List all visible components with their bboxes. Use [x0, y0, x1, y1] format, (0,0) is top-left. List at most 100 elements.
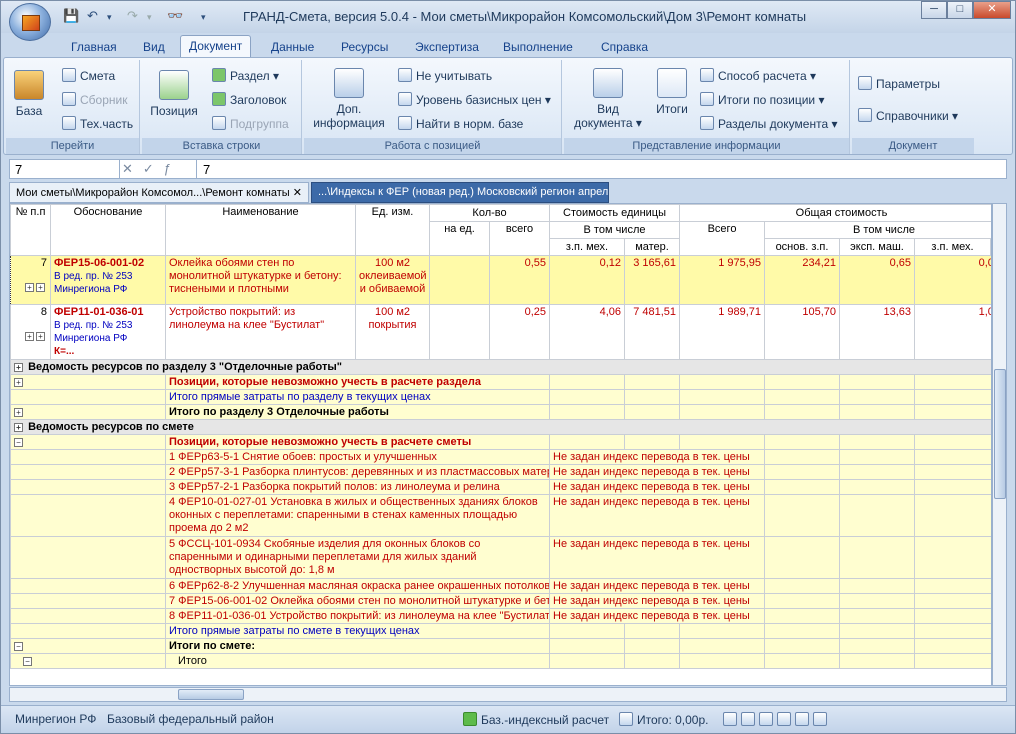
maximize-button[interactable]: □	[947, 1, 973, 19]
expand-icon[interactable]: +	[25, 283, 34, 292]
title-button[interactable]: Заголовок	[212, 92, 286, 107]
table-row[interactable]: − Итого	[10, 653, 991, 669]
position-totals-button[interactable]: Итоги по позиции ▾	[700, 92, 824, 107]
collection-button[interactable]: Сборник	[62, 92, 127, 107]
status-tool-icon[interactable]	[813, 712, 827, 726]
close-button[interactable]: ✕	[973, 1, 1011, 19]
table-row[interactable]: Итого прямые затраты по разделу в текущи…	[10, 389, 991, 405]
col-qty-total[interactable]: всего	[488, 221, 551, 256]
calc-mode-button[interactable]: Способ расчета ▾	[700, 68, 816, 83]
expand-icon[interactable]: +	[36, 332, 45, 341]
app-menu-button[interactable]	[9, 3, 51, 41]
table-row[interactable]: 8 ФЕР11-01-036-01 Устройство покрытий: и…	[10, 608, 991, 624]
col-qty-unit[interactable]: на ед.	[429, 221, 490, 256]
col-incl2[interactable]: В том числе	[764, 221, 991, 239]
expand-icon[interactable]: +	[14, 423, 23, 432]
techpart-button[interactable]: Тех.часть	[62, 116, 133, 131]
undo-dropdown-icon[interactable]: ▾	[107, 12, 112, 23]
table-row[interactable]: 7 + + ФЕР15-06-001-02 В ред. пр. № 253 Минре…	[10, 255, 991, 305]
status-tool-icon[interactable]	[759, 712, 773, 726]
cell-reference-field[interactable]: 7	[10, 160, 120, 178]
table-row[interactable]: + Ведомость ресурсов по разделу 3 "Отдел…	[10, 359, 991, 375]
smeta-button[interactable]: Смета	[62, 68, 115, 83]
tab-resources[interactable]: Ресурсы	[333, 37, 396, 57]
doc-tab-indexes[interactable]: ...\Индексы к ФЕР (новая ред.) Московски…	[311, 182, 609, 203]
formula-buttons[interactable]: ✕✓ƒ	[122, 161, 181, 177]
vertical-scrollbar[interactable]	[992, 203, 1007, 686]
col-unit-cost[interactable]: Стоимость единицы	[549, 204, 681, 222]
expand-icon[interactable]: +	[14, 378, 23, 387]
col-mat[interactable]: матер.	[624, 238, 681, 256]
expand-icon[interactable]: +	[25, 332, 34, 341]
status-tool-icon[interactable]	[741, 712, 755, 726]
calc-mode-status[interactable]: Баз.-индексный расчет	[463, 712, 609, 727]
expand-icon[interactable]: +	[14, 363, 23, 372]
close-tab-icon[interactable]: ✕	[293, 187, 302, 199]
col-name[interactable]: Наименование	[165, 204, 356, 256]
scroll-thumb[interactable]	[178, 689, 244, 700]
table-row[interactable]: 3 ФЕРр57-2-1 Разборка покрытий полов: из…	[10, 479, 991, 495]
status-tool-icon[interactable]	[795, 712, 809, 726]
col-unit[interactable]: Ед. изм.	[355, 204, 430, 256]
col-basis[interactable]: Обоснование	[50, 204, 166, 256]
col-zp-mech2[interactable]: з.п. мех.	[914, 238, 991, 256]
redo-dropdown-icon[interactable]: ▾	[147, 12, 152, 23]
col-base-zp[interactable]: основ. з.п.	[764, 238, 841, 256]
section-button[interactable]: Раздел ▾	[212, 68, 279, 83]
status-toolbar[interactable]	[723, 712, 831, 727]
redo-icon[interactable]: ↷	[127, 8, 138, 24]
total-status[interactable]: Итого: 0,00р.	[619, 712, 708, 727]
table-row[interactable]: + Итого по разделу 3 Отделочные работы	[10, 404, 991, 420]
tab-document[interactable]: Документ	[180, 35, 252, 58]
scroll-thumb[interactable]	[994, 369, 1006, 499]
status-tool-icon[interactable]	[723, 712, 737, 726]
tab-home[interactable]: Главная	[63, 37, 125, 57]
table-row[interactable]: 7 ФЕР15-06-001-02 Оклейка обоями стен по…	[10, 593, 991, 609]
col-total-cost[interactable]: Общая стоимость	[679, 204, 991, 222]
position-button[interactable]: Позиция	[148, 70, 200, 118]
save-icon[interactable]: 💾	[63, 8, 79, 24]
base-button[interactable]: База	[12, 70, 46, 118]
tab-execution[interactable]: Выполнение	[495, 37, 581, 57]
params-button[interactable]: Параметры	[858, 76, 940, 91]
doc-tab-smeta[interactable]: Мои сметы\Микрорайон Комсомол...\Ремонт …	[9, 182, 309, 203]
doc-sections-button[interactable]: Разделы документа ▾	[700, 116, 838, 131]
horizontal-scrollbar[interactable]	[9, 687, 1007, 702]
tab-view[interactable]: Вид	[135, 37, 173, 57]
collapse-icon[interactable]: −	[23, 657, 32, 666]
col-qty[interactable]: Кол-во	[428, 204, 551, 222]
table-row[interactable]: − Итоги по смете:	[10, 638, 991, 654]
tab-data[interactable]: Данные	[263, 37, 322, 57]
table-row[interactable]: 5 ФССЦ-101-0934 Скобяные изделия для око…	[10, 536, 991, 579]
col-zp-mech[interactable]: з.п. мех.	[549, 238, 626, 256]
refs-button[interactable]: Справочники ▾	[858, 108, 958, 123]
table-row[interactable]: 1 ФЕРр63-5-1 Снятие обоев: простых и улу…	[10, 449, 991, 465]
table-row[interactable]: 6 ФЕРр62-8-2 Улучшенная масляная окраска…	[10, 578, 991, 594]
docview-button[interactable]: Вид документа ▾	[570, 68, 646, 130]
table-row[interactable]: 8 + + ФЕР11-01-036-01 В ред. пр. № 253 Минре…	[10, 304, 991, 360]
col-total[interactable]: Всего	[679, 221, 766, 256]
status-tool-icon[interactable]	[777, 712, 791, 726]
col-num[interactable]: № п.п	[10, 204, 51, 256]
undo-icon[interactable]: ↶	[87, 8, 98, 24]
col-exp-mach[interactable]: эксп. маш.	[839, 238, 916, 256]
table-row[interactable]: + Позиции, которые невозможно учесть в ра…	[10, 374, 991, 390]
estimate-grid[interactable]: № п.п Обоснование Наименование Ед. изм. …	[9, 203, 992, 686]
formula-value-field[interactable]: 7	[196, 160, 216, 178]
table-row[interactable]: 2 ФЕРр57-3-1 Разборка плинтусов: деревян…	[10, 464, 991, 480]
find-norm-button[interactable]: Найти в норм. базе	[398, 116, 523, 131]
table-row[interactable]: + Ведомость ресурсов по смете	[10, 419, 991, 435]
totals-button[interactable]: Итоги	[652, 68, 692, 116]
expand-icon[interactable]: +	[36, 283, 45, 292]
price-level-button[interactable]: Уровень базисных цен ▾	[398, 92, 551, 107]
ignore-button[interactable]: Не учитывать	[398, 68, 492, 83]
tab-expertise[interactable]: Экспертиза	[407, 37, 487, 57]
find-icon[interactable]: 👓	[167, 8, 183, 24]
table-row[interactable]: − Позиции, которые невозможно учесть в ра…	[10, 434, 991, 450]
col-incl[interactable]: В том числе	[549, 221, 681, 239]
table-row[interactable]: 4 ФЕР10-01-027-01 Установка в жилых и об…	[10, 494, 991, 537]
tab-help[interactable]: Справка	[593, 37, 656, 57]
subgroup-button[interactable]: Подгруппа	[212, 116, 289, 131]
minimize-button[interactable]: ─	[921, 1, 947, 19]
table-row[interactable]: Итого прямые затраты по смете в текущих …	[10, 623, 991, 639]
